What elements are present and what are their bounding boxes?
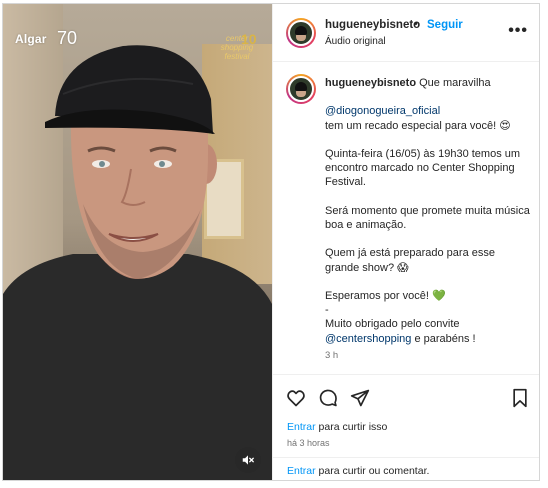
bookmark-icon [513, 388, 527, 408]
save-button[interactable] [509, 387, 531, 409]
caption-paragraph-3: Será momento que promete muita música bo… [325, 204, 530, 231]
like-login-prompt: Entrar para curtir isso [287, 421, 387, 433]
heart-icon [287, 390, 305, 407]
caption-line2: tem um recado especial para você! 😍 [325, 119, 511, 132]
caption-timestamp: 3 h [325, 349, 339, 361]
mute-button[interactable] [235, 447, 261, 473]
post-caption: hugueneybisneto Que maravilha @diogonogu… [273, 62, 539, 374]
more-options-icon[interactable]: ••• [508, 22, 528, 40]
mention-diogonogueira[interactable]: @diogonogueira_oficial [325, 105, 440, 117]
comment-login-text: para curtir ou comentar. [318, 465, 430, 477]
caption-first-line: Que maravilha [419, 77, 491, 89]
algar-logo: Algar [15, 32, 47, 46]
share-icon [350, 389, 370, 407]
like-button[interactable] [285, 387, 307, 409]
header-separator: • [414, 18, 418, 30]
caption-dash: - [325, 304, 329, 317]
follow-button[interactable]: Seguir [427, 19, 463, 31]
center-shopping-festival-logo: center shopping festival [208, 34, 266, 61]
festival-logo-line2: shopping [220, 43, 254, 52]
author-username[interactable]: hugueneybisneto [325, 19, 420, 31]
caption-username[interactable]: hugueneybisneto [325, 77, 416, 89]
caption-paragraph-5: Esperamos por você! 💚 [325, 289, 446, 302]
original-audio-link[interactable]: Áudio original [325, 36, 386, 47]
algar-70-logo: 70 [57, 28, 78, 48]
speaker-muted-icon [242, 455, 254, 465]
festival-logo-number: 10 [241, 31, 257, 47]
reel-video[interactable]: Algar 70 center shopping festival 10 [3, 4, 272, 480]
caption-author-avatar[interactable] [286, 74, 316, 104]
caption-thanks-end: e parabéns ! [414, 332, 476, 345]
post-age: há 3 horas [287, 438, 330, 448]
person-in-cap-illustration [3, 45, 272, 480]
mention-centershopping[interactable]: @centershopping [325, 333, 411, 345]
like-login-text: para curtir isso [318, 421, 388, 433]
post-header: hugueneybisneto • Seguir Áudio original … [273, 4, 539, 62]
comment-login-bar: Entrar para curtir ou comentar. [273, 457, 539, 480]
festival-logo-line1: center [225, 34, 249, 43]
caption-paragraph-2: Quinta-feira (16/05) às 19h30 temos um e… [325, 147, 521, 189]
comment-login-link[interactable]: Entrar [287, 465, 316, 477]
caption-paragraph-4: Quem já está preparado para esse grande … [325, 247, 495, 274]
algar-logo-text: Algar [15, 32, 47, 46]
author-avatar[interactable] [286, 18, 316, 48]
instagram-post-window: Algar 70 center shopping festival 10 hug… [2, 3, 540, 481]
caption-body: hugueneybisneto Que maravilha @diogonogu… [325, 76, 530, 363]
post-actions: Entrar para curtir isso há 3 horas Entra… [273, 374, 539, 480]
like-login-link[interactable]: Entrar [287, 421, 316, 433]
post-side-panel: hugueneybisneto • Seguir Áudio original … [272, 4, 539, 480]
share-button[interactable] [349, 387, 371, 409]
comment-icon [319, 389, 337, 407]
festival-logo-line3: festival [224, 52, 250, 61]
caption-thanks: Muito obrigado pelo convite [325, 318, 460, 331]
comment-button[interactable] [317, 387, 339, 409]
